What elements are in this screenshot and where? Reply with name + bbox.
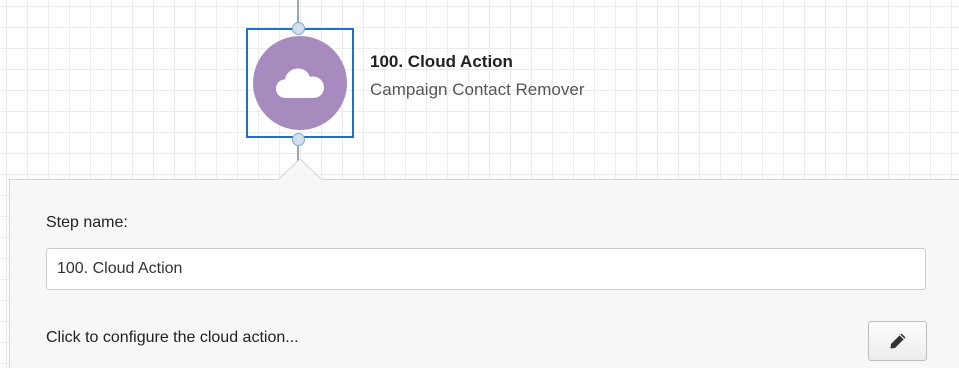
step-title: 100. Cloud Action <box>370 52 513 71</box>
step-subtitle: Campaign Contact Remover <box>370 80 585 99</box>
pencil-icon <box>890 333 905 349</box>
step-name-input[interactable] <box>46 248 926 290</box>
panel-pointer <box>278 158 322 181</box>
step-name-label: Step name: <box>46 214 128 231</box>
configure-cloud-action-link[interactable]: Click to configure the cloud action... <box>46 329 299 347</box>
cloud-icon <box>276 68 324 98</box>
input-port[interactable] <box>292 22 305 35</box>
step-circle <box>253 36 347 130</box>
cloud-action-step-node[interactable] <box>246 28 354 138</box>
incoming-connector <box>297 0 299 24</box>
edit-configuration-button[interactable] <box>868 321 927 361</box>
